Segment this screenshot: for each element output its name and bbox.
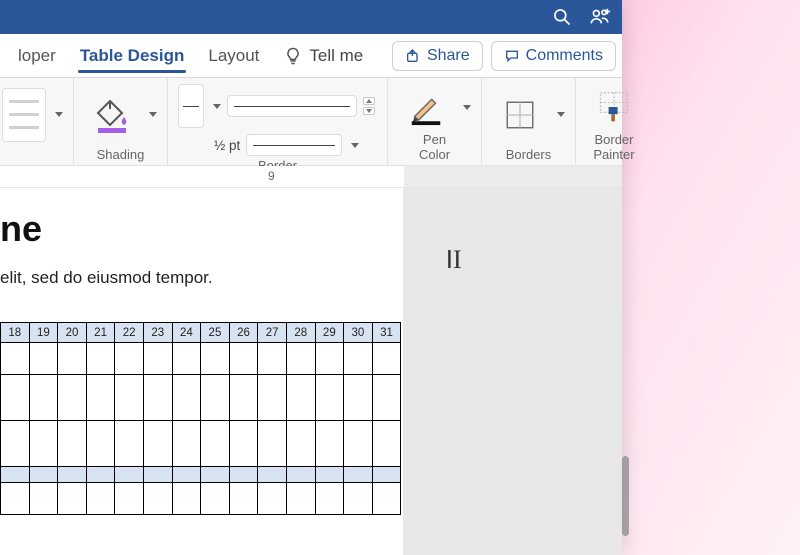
comments-button[interactable]: Comments [491, 41, 616, 71]
tab-developer[interactable]: loper [6, 34, 68, 77]
chevron-down-icon[interactable] [463, 105, 471, 110]
page-heading: ne [0, 208, 403, 250]
desktop-scrollbar[interactable] [622, 456, 629, 536]
shading-label: Shading [97, 147, 145, 162]
table-row[interactable] [1, 421, 401, 467]
border-painter-icon [596, 89, 632, 125]
document-viewport: ne elit, sed do eiusmod tempor. 18 19 20… [0, 188, 622, 555]
border-painter-button[interactable] [586, 87, 642, 127]
day-header: 29 [315, 323, 344, 343]
comments-label: Comments [526, 47, 603, 65]
day-header: 22 [115, 323, 144, 343]
chevron-down-icon[interactable] [557, 112, 565, 117]
chevron-down-icon[interactable] [213, 104, 221, 109]
share-icon [405, 48, 421, 64]
day-header: 25 [201, 323, 230, 343]
day-header: 19 [29, 323, 58, 343]
border-line-style[interactable] [227, 95, 357, 117]
border-painter-label: Border Painter [593, 132, 634, 162]
calendar-table[interactable]: 18 19 20 21 22 23 24 25 26 27 28 29 30 3… [0, 322, 401, 515]
table-row[interactable] [1, 467, 401, 483]
tab-table-design[interactable]: Table Design [68, 34, 197, 77]
pen-icon [407, 88, 445, 126]
table-row[interactable] [1, 375, 401, 421]
group-shading: Shading [74, 78, 168, 165]
paint-bucket-icon [92, 95, 132, 135]
chevron-down-icon[interactable] [149, 112, 157, 117]
page-margin-area: II [403, 188, 622, 555]
borders-button[interactable] [492, 95, 548, 135]
day-header: 20 [58, 323, 87, 343]
day-header: 31 [372, 323, 401, 343]
share-label: Share [427, 47, 470, 65]
group-borders: Borders [482, 78, 576, 165]
ribbon-tabs: loper Table Design Layout Tell me Share … [0, 34, 622, 78]
share-button[interactable]: Share [392, 41, 483, 71]
table-row[interactable] [1, 483, 401, 515]
group-table-styles [0, 78, 74, 165]
document-page[interactable]: ne elit, sed do eiusmod tempor. 18 19 20… [0, 188, 403, 555]
group-pen-color: Pen Color [388, 78, 482, 165]
lightbulb-icon [283, 46, 303, 66]
table-styles-gallery[interactable] [2, 88, 46, 142]
day-header: 26 [229, 323, 258, 343]
tab-layout[interactable]: Layout [196, 34, 271, 77]
pen-color-button[interactable] [398, 87, 454, 127]
day-header: 27 [258, 323, 287, 343]
pen-color-label: Pen Color [419, 132, 450, 162]
day-header: 21 [86, 323, 115, 343]
table-header-row: 18 19 20 21 22 23 24 25 26 27 28 29 30 3… [1, 323, 401, 343]
table-row[interactable] [1, 343, 401, 375]
day-header: 28 [286, 323, 315, 343]
line-style-stepper[interactable] [363, 97, 377, 115]
group-border-painter: Border Painter [576, 78, 652, 165]
tell-me-label: Tell me [309, 46, 363, 66]
group-border-styles: ½ pt Border Styles [168, 78, 388, 165]
border-weight-preview[interactable] [246, 134, 342, 156]
chevron-down-icon[interactable] [351, 143, 359, 148]
people-icon[interactable] [588, 5, 612, 29]
comment-icon [504, 48, 520, 64]
borders-grid-icon [503, 98, 537, 132]
borders-label: Borders [506, 147, 552, 162]
chevron-down-icon[interactable] [55, 112, 63, 117]
day-header: 30 [344, 323, 373, 343]
ruler-mark: 9 [268, 169, 275, 183]
window-titlebar [0, 0, 622, 34]
tell-me-search[interactable]: Tell me [271, 46, 375, 66]
day-header: 24 [172, 323, 201, 343]
shading-button[interactable] [84, 95, 140, 135]
border-style-swatch[interactable] [178, 84, 204, 128]
day-header: 23 [143, 323, 172, 343]
horizontal-ruler[interactable]: 9 [0, 166, 622, 188]
day-header: 18 [1, 323, 30, 343]
page-paragraph: elit, sed do eiusmod tempor. [0, 268, 403, 288]
border-weight-value: ½ pt [214, 138, 240, 153]
ribbon-toolbar: Shading ½ pt Border Styles [0, 78, 622, 166]
search-icon[interactable] [550, 5, 574, 29]
